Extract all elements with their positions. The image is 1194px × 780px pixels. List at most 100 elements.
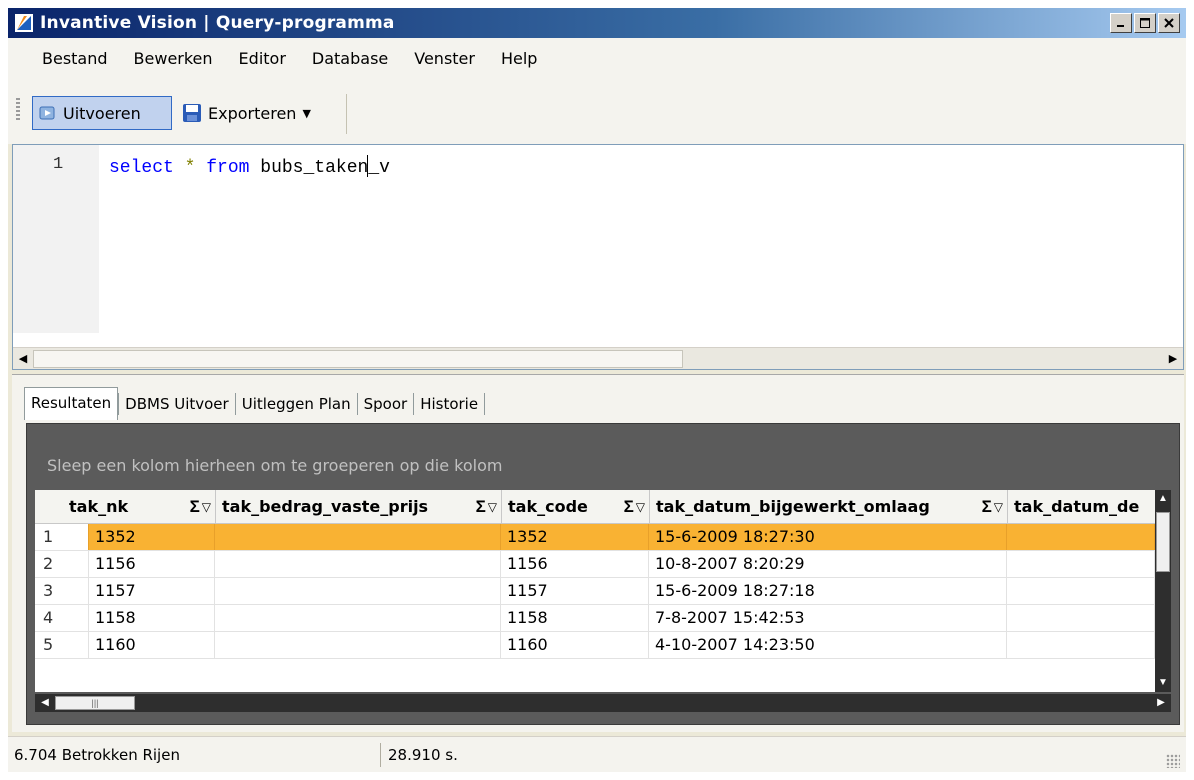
menu-bestand[interactable]: Bestand [32,45,124,72]
column-header-tak-datum-de[interactable]: tak_datum_de [1007,490,1155,524]
column-header-tak-code[interactable]: tak_code Σ ▽ [501,490,649,524]
cell-tak-datum-de[interactable] [1007,551,1155,577]
close-button[interactable] [1158,13,1180,33]
close-icon [1164,18,1174,28]
tab-historie[interactable]: Historie [414,389,484,419]
table-row[interactable]: 1 1352 1352 15-6-2009 18:27:30 [35,524,1155,551]
cell-tak-datum-bijgewerkt-omlaag[interactable]: 7-8-2007 15:42:53 [649,605,1007,631]
results-grid[interactable]: tak_nk Σ ▽ tak_bedrag_vaste_prijs Σ ▽ ta… [35,490,1171,692]
cell-tak-nk[interactable]: 1158 [89,605,215,631]
tab-resultaten[interactable]: Resultaten [24,387,119,420]
filter-icon[interactable]: ▽ [488,500,497,514]
cell-tak-datum-de[interactable] [1007,578,1155,604]
row-index: 3 [35,578,89,604]
cell-tak-datum-de[interactable] [1007,524,1155,550]
cell-tak-datum-bijgewerkt-omlaag[interactable]: 15-6-2009 18:27:30 [649,524,1007,550]
filter-icon[interactable]: ▽ [202,500,211,514]
minimize-button[interactable] [1110,13,1132,33]
menu-bewerken[interactable]: Bewerken [124,45,229,72]
cell-tak-bedrag-vaste-prijs[interactable] [215,605,501,631]
scroll-left-icon[interactable]: ◀ [37,694,53,712]
wildcard-star: * [184,158,196,178]
maximize-icon [1140,18,1150,28]
table-row[interactable]: 2 1156 1156 10-8-2007 8:20:29 [35,551,1155,578]
tab-separator [484,392,486,415]
toolbar-grip[interactable] [16,98,20,122]
row-index: 2 [35,551,89,577]
cell-tak-bedrag-vaste-prijs[interactable] [215,632,501,658]
filter-icon[interactable]: ▽ [636,500,645,514]
cell-tak-code[interactable]: 1160 [501,632,649,658]
column-header-label: tak_bedrag_vaste_prijs [222,497,429,516]
tab-dbms-uitvoer[interactable]: DBMS Uitvoer [119,389,235,419]
maximize-button[interactable] [1134,13,1156,33]
column-header-label: tak_code [508,497,588,516]
menu-editor[interactable]: Editor [229,45,302,72]
cell-tak-nk[interactable]: 1352 [89,524,215,550]
export-label: Exporteren [208,103,297,123]
run-label: Uitvoeren [63,103,141,123]
cell-tak-bedrag-vaste-prijs[interactable] [215,524,501,550]
export-button[interactable]: Exporteren ▼ [176,96,344,130]
cell-tak-code[interactable]: 1156 [501,551,649,577]
menu-venster[interactable]: Venster [404,45,491,72]
cell-tak-nk[interactable]: 1160 [89,632,215,658]
cell-tak-datum-de[interactable] [1007,632,1155,658]
grid-vscroll-thumb[interactable] [1156,512,1170,572]
cell-tak-code[interactable]: 1352 [501,524,649,550]
cell-tak-datum-bijgewerkt-omlaag[interactable]: 15-6-2009 18:27:18 [649,578,1007,604]
minimize-icon [1117,25,1124,27]
cell-tak-nk[interactable]: 1157 [89,578,215,604]
tab-uitleggen-plan[interactable]: Uitleggen Plan [236,389,357,419]
column-header-label: tak_datum_de [1014,497,1140,516]
cell-tak-code[interactable]: 1157 [501,578,649,604]
status-bar: 6.704 Betrokken Rijen 28.910 s. [8,736,1186,772]
status-row-count: 6.704 Betrokken Rijen [14,746,180,764]
chevron-down-icon[interactable]: ▼ [302,107,310,120]
scroll-down-icon[interactable]: ▼ [1155,674,1171,692]
scroll-left-icon[interactable]: ◀ [15,351,31,367]
code-line[interactable]: select * from bubs_taken_v [109,155,390,178]
cell-tak-nk[interactable]: 1156 [89,551,215,577]
grid-vscrollbar[interactable]: ▲ ▼ [1155,490,1171,692]
status-separator [380,743,381,767]
editor-hscrollbar[interactable]: ◀ ▶ [13,347,1183,369]
sum-icon[interactable]: Σ [982,497,992,517]
table-row[interactable]: 3 1157 1157 15-6-2009 18:27:18 [35,578,1155,605]
line-number: 1 [53,155,64,174]
table-row[interactable]: 4 1158 1158 7-8-2007 15:42:53 [35,605,1155,632]
scroll-right-icon[interactable]: ▶ [1153,694,1169,712]
identifier-part2: _v [368,158,390,178]
identifier-part1: bubs_taken [260,158,369,178]
column-header-tak-datum-bijgewerkt-omlaag[interactable]: tak_datum_bijgewerkt_omlaag Σ ▽ [649,490,1007,524]
resize-grip-icon[interactable] [1166,754,1180,768]
results-tabs: Resultaten DBMS Uitvoer Uitleggen Plan S… [24,387,486,420]
cell-tak-datum-de[interactable] [1007,605,1155,631]
sum-icon[interactable]: Σ [624,497,634,517]
cell-tak-bedrag-vaste-prijs[interactable] [215,551,501,577]
scroll-up-icon[interactable]: ▲ [1155,490,1171,508]
run-button[interactable]: Uitvoeren [32,96,172,130]
grid-hscrollbar[interactable]: ◀ ||| ▶ [35,694,1171,712]
sql-editor[interactable]: 1 select * from bubs_taken_v ◀ ▶ [12,144,1184,370]
group-by-hint[interactable]: Sleep een kolom hierheen om te groeperen… [47,456,502,475]
editor-hscroll-thumb[interactable] [33,350,683,368]
scroll-right-icon[interactable]: ▶ [1165,351,1181,367]
sum-icon[interactable]: Σ [476,497,486,517]
menu-help[interactable]: Help [491,45,553,72]
grid-hscroll-thumb[interactable]: ||| [55,696,135,710]
column-header-tak-bedrag-vaste-prijs[interactable]: tak_bedrag_vaste_prijs Σ ▽ [215,490,501,524]
table-row[interactable]: 5 1160 1160 4-10-2007 14:23:50 [35,632,1155,659]
title-bar[interactable]: Invantive Vision | Query-programma [8,8,1186,38]
sum-icon[interactable]: Σ [190,497,200,517]
cell-tak-bedrag-vaste-prijs[interactable] [215,578,501,604]
cell-tak-code[interactable]: 1158 [501,605,649,631]
results-panel: Resultaten DBMS Uitvoer Uitleggen Plan S… [12,374,1184,732]
tab-spoor[interactable]: Spoor [358,389,414,419]
menu-database[interactable]: Database [302,45,404,72]
cell-tak-datum-bijgewerkt-omlaag[interactable]: 10-8-2007 8:20:29 [649,551,1007,577]
app-window: Invantive Vision | Query-programma Besta… [8,8,1186,772]
filter-icon[interactable]: ▽ [994,500,1003,514]
column-header-tak-nk[interactable]: tak_nk Σ ▽ [35,490,215,524]
cell-tak-datum-bijgewerkt-omlaag[interactable]: 4-10-2007 14:23:50 [649,632,1007,658]
